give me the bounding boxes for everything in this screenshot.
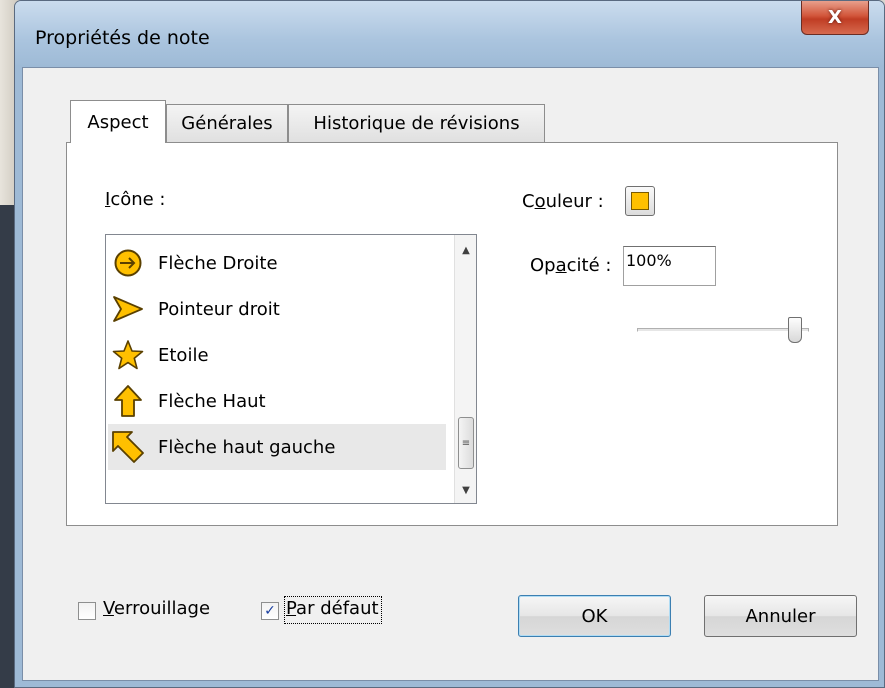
scrollbar-thumb[interactable]: ≡ — [458, 417, 474, 469]
arrow-right-circle-icon — [108, 243, 148, 283]
list-item-label: Flèche Droite — [158, 252, 278, 274]
close-button[interactable]: X — [801, 1, 869, 35]
scroll-down-icon[interactable]: ▼ — [455, 479, 476, 501]
opacity-input[interactable]: 100% — [623, 246, 716, 286]
list-item-pointeur-droit[interactable]: Pointeur droit — [108, 286, 446, 332]
cancel-button[interactable]: Annuler — [704, 595, 857, 637]
tab-aspect-label: Aspect — [87, 111, 149, 133]
tab-aspect[interactable]: Aspect — [70, 100, 166, 143]
list-item-label: Etoile — [158, 344, 209, 366]
lock-checkbox[interactable] — [78, 602, 96, 620]
note-properties-dialog: Propriétés de note X Aspect Générales Hi… — [14, 0, 885, 688]
star-icon — [108, 335, 148, 375]
tab-historique-label: Historique de révisions — [313, 113, 520, 134]
color-label: Couleur : — [522, 191, 604, 212]
color-swatch — [631, 192, 649, 210]
icon-label: Icône : — [105, 189, 166, 210]
tab-generales[interactable]: Générales — [166, 104, 288, 142]
scroll-up-icon[interactable]: ▲ — [455, 239, 476, 261]
listbox-scrollbar[interactable]: ▲ ≡ ▼ — [454, 235, 476, 503]
color-picker-button[interactable] — [625, 186, 655, 216]
grip-icon: ≡ — [461, 437, 471, 449]
list-item-label: Flèche haut gauche — [158, 436, 336, 458]
ok-button[interactable]: OK — [518, 595, 671, 637]
default-checkbox[interactable]: ✓ — [261, 602, 279, 620]
list-item-label: Pointeur droit — [158, 298, 280, 320]
list-item-etoile[interactable]: Etoile — [108, 332, 446, 378]
icon-listbox[interactable]: Flèche Droite Pointeur droit Etoile Flèc… — [105, 234, 477, 504]
desktop-background-dark — [0, 205, 14, 688]
checkmark-icon: ✓ — [264, 603, 276, 619]
tab-generales-label: Générales — [181, 113, 273, 134]
list-item-label: Flèche Haut — [158, 390, 266, 412]
lock-label[interactable]: Verrouillage — [103, 598, 210, 619]
list-item-fleche-droite[interactable]: Flèche Droite — [108, 240, 446, 286]
aspect-panel: Icône : Flèche Droite Pointeur droit Eto… — [66, 142, 838, 526]
dialog-client-area: Aspect Générales Historique de révisions… — [22, 67, 879, 681]
close-icon: X — [828, 7, 842, 28]
tab-historique[interactable]: Historique de révisions — [288, 104, 545, 142]
arrow-up-icon — [108, 381, 148, 421]
title-bar[interactable]: Propriétés de note X — [15, 1, 884, 67]
default-label[interactable]: Par défaut — [286, 598, 379, 619]
list-item-fleche-haut-gauche[interactable]: Flèche haut gauche — [108, 424, 446, 470]
list-item-fleche-haut[interactable]: Flèche Haut — [108, 378, 446, 424]
pointer-right-icon — [108, 289, 148, 329]
window-title: Propriétés de note — [35, 27, 210, 49]
arrow-up-left-icon — [108, 427, 148, 467]
opacity-label: Opacité : — [530, 255, 612, 276]
opacity-slider-thumb[interactable] — [788, 317, 802, 343]
opacity-slider-track[interactable] — [637, 328, 809, 332]
